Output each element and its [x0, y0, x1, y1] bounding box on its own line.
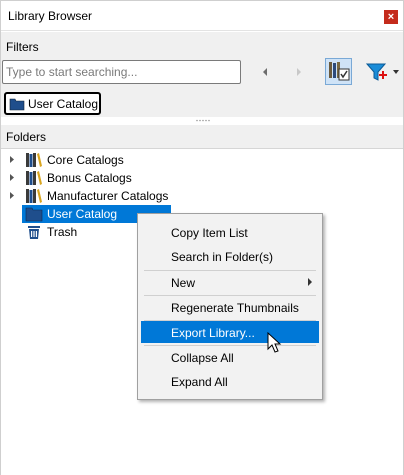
books-icon: [26, 153, 42, 167]
expand-arrow-icon[interactable]: [8, 155, 16, 164]
filters-panel: Filters Type to start searching... User …: [1, 32, 403, 117]
folders-header: Folders: [1, 125, 403, 149]
splitter-grip[interactable]: [195, 119, 211, 122]
tree-item-label: Trash: [47, 225, 78, 239]
expand-arrow-icon[interactable]: [8, 173, 16, 182]
add-filter-button[interactable]: [364, 59, 402, 85]
menu-item-expand-all[interactable]: Expand All: [141, 370, 319, 392]
menu-item-new[interactable]: New: [141, 271, 319, 293]
books-icon: [26, 171, 42, 185]
menu-item-label: Export Library...: [171, 326, 255, 340]
menu-item-label: Search in Folder(s): [171, 250, 274, 264]
library-browser-window: Library Browser × Filters Type to start …: [0, 0, 404, 475]
books-icon: [26, 189, 42, 203]
catalog-checklist-icon: [329, 62, 350, 81]
search-input[interactable]: [2, 60, 241, 84]
mouse-cursor-icon: [267, 332, 282, 353]
folders-label: Folders: [6, 130, 47, 144]
menu-item-label: Expand All: [171, 375, 228, 389]
tree-item-bonus-catalogs[interactable]: Bonus Catalogs: [1, 169, 403, 187]
tree-item-label: Manufacturer Catalogs: [47, 189, 169, 203]
title-bar: Library Browser ×: [1, 1, 403, 31]
tree-item-label: Bonus Catalogs: [47, 171, 132, 185]
menu-item-label: Regenerate Thumbnails: [171, 301, 299, 315]
menu-item-search-in-folders[interactable]: Search in Folder(s): [141, 245, 319, 267]
menu-item-regenerate-thumbnails[interactable]: Regenerate Thumbnails: [141, 296, 319, 318]
menu-item-export-library[interactable]: Export Library...: [141, 321, 319, 343]
catalog-folder-icon: [9, 98, 25, 111]
trash-icon: [28, 226, 40, 239]
back-arrow-icon[interactable]: [258, 65, 272, 79]
menu-item-label: Collapse All: [171, 351, 234, 365]
menu-item-label: Copy Item List: [171, 226, 248, 240]
expand-arrow-icon[interactable]: [8, 191, 16, 200]
forward-arrow-icon[interactable]: [292, 65, 306, 79]
close-icon[interactable]: ×: [384, 10, 398, 24]
filter-add-icon: [365, 63, 399, 81]
chip-label: User Catalog: [28, 97, 99, 111]
tree-item-manufacturer-catalogs[interactable]: Manufacturer Catalogs: [1, 187, 403, 205]
catalog-folder-icon: [25, 207, 43, 222]
catalog-view-toggle[interactable]: [325, 58, 352, 85]
menu-item-copy-item-list[interactable]: Copy Item List: [141, 221, 319, 243]
tree-item-label: User Catalog: [47, 207, 118, 221]
submenu-arrow-icon: [308, 278, 312, 286]
filters-label: Filters: [6, 40, 39, 54]
window-title: Library Browser: [8, 9, 93, 23]
menu-item-collapse-all[interactable]: Collapse All: [141, 346, 319, 368]
tree-item-core-catalogs[interactable]: Core Catalogs: [1, 151, 403, 169]
context-menu: Copy Item List Search in Folder(s) New R…: [137, 213, 323, 400]
active-filter-chip[interactable]: User Catalog: [4, 92, 101, 115]
menu-item-label: New: [171, 276, 196, 290]
tree-item-label: Core Catalogs: [47, 153, 124, 167]
